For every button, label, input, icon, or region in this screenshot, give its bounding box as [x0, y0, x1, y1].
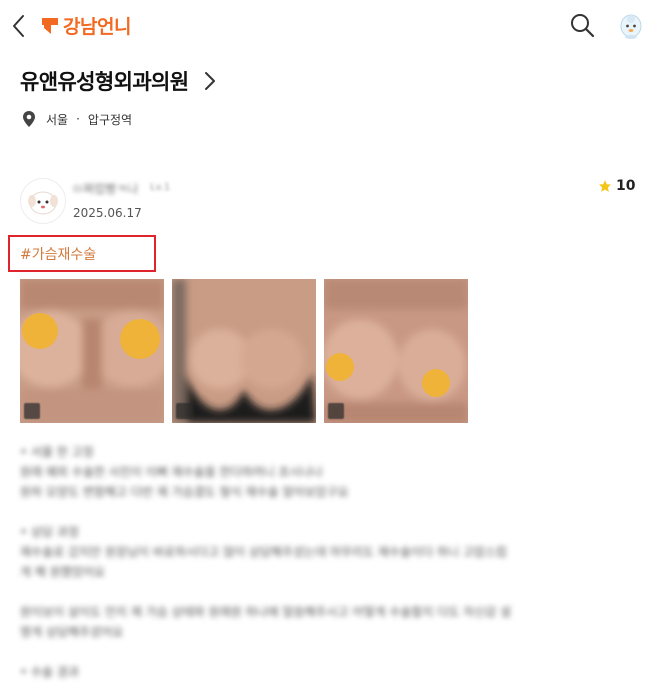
review-body-line: 원래 예외 수술한 사진이 이뻐 재수술을 한다하려니 흐시나나	[20, 465, 323, 479]
clinic-name: 유앤유성형외과의원	[20, 70, 189, 94]
review-body-line: • 수술 경과	[20, 665, 79, 679]
clinic-location: 서울 · 압구정역	[22, 110, 132, 128]
author-avatar[interactable]	[20, 178, 66, 224]
author-name: ㅁ쩌럽빵ㅋ나	[72, 182, 139, 196]
review-rating: 10	[598, 178, 635, 194]
photo-image	[324, 279, 468, 423]
star-icon	[599, 180, 611, 192]
review-body-spacer	[20, 582, 630, 602]
review-body-line: 명게 상담해주셨어요	[20, 625, 124, 639]
review-photo-3[interactable]	[324, 279, 468, 423]
photo-badge	[328, 403, 344, 419]
review-body-line: 원하 모양도 변함해고 다반 재 가슴결도 형식 재수술 알아보았구요	[20, 485, 349, 499]
review-body: • 서울 한 고정 원래 예외 수술한 사진이 이뻐 재수술을 한다하려니 흐시…	[20, 442, 630, 682]
review-body-line: • 상담 과정	[20, 525, 79, 539]
review-body-line: • 서울 한 고정	[20, 445, 94, 459]
location-city: 서울	[46, 112, 69, 127]
review-date: 2025.06.17	[73, 206, 142, 220]
app-logo[interactable]: 강남언니	[40, 12, 131, 39]
photo-badge	[24, 403, 40, 419]
puppy-avatar-icon	[28, 191, 58, 215]
location-area: 압구정역	[87, 112, 133, 127]
logo-mark-icon	[42, 17, 58, 34]
review-body-spacer	[20, 502, 630, 522]
profile-avatar-icon[interactable]	[618, 12, 644, 40]
review-photo-1[interactable]	[20, 279, 164, 423]
photo-image	[172, 279, 316, 423]
search-icon[interactable]	[568, 11, 596, 39]
review-photo-2[interactable]	[172, 279, 316, 423]
author-level: Lv.1	[150, 182, 171, 193]
review-body-line: 원이보이 살이도 안지 재 가슴 상태와 원래원 하나에 말씀해주시고 어떻게 …	[20, 605, 512, 619]
clinic-title-link[interactable]: 유앤유성형외과의원	[20, 66, 218, 96]
location-separator: ·	[76, 112, 80, 126]
top-navigation-bar: 강남언니	[0, 0, 654, 52]
review-tag[interactable]: #가슴재수술	[20, 244, 96, 264]
review-body-spacer	[20, 642, 630, 662]
chevron-right-icon	[205, 72, 216, 90]
chevron-left-icon[interactable]	[8, 12, 30, 40]
rating-value: 10	[616, 178, 636, 194]
review-body-line: 게 해 원했었어요	[20, 565, 105, 579]
photo-image	[20, 279, 164, 423]
location-pin-icon	[23, 111, 35, 127]
review-body-line: 재수술로 갔지만 원장님이 바로하시다고 많이 상담해주셨는데 마무리도 재수술…	[20, 545, 507, 559]
photo-badge	[176, 403, 192, 419]
logo-text: 강남언니	[63, 16, 131, 38]
